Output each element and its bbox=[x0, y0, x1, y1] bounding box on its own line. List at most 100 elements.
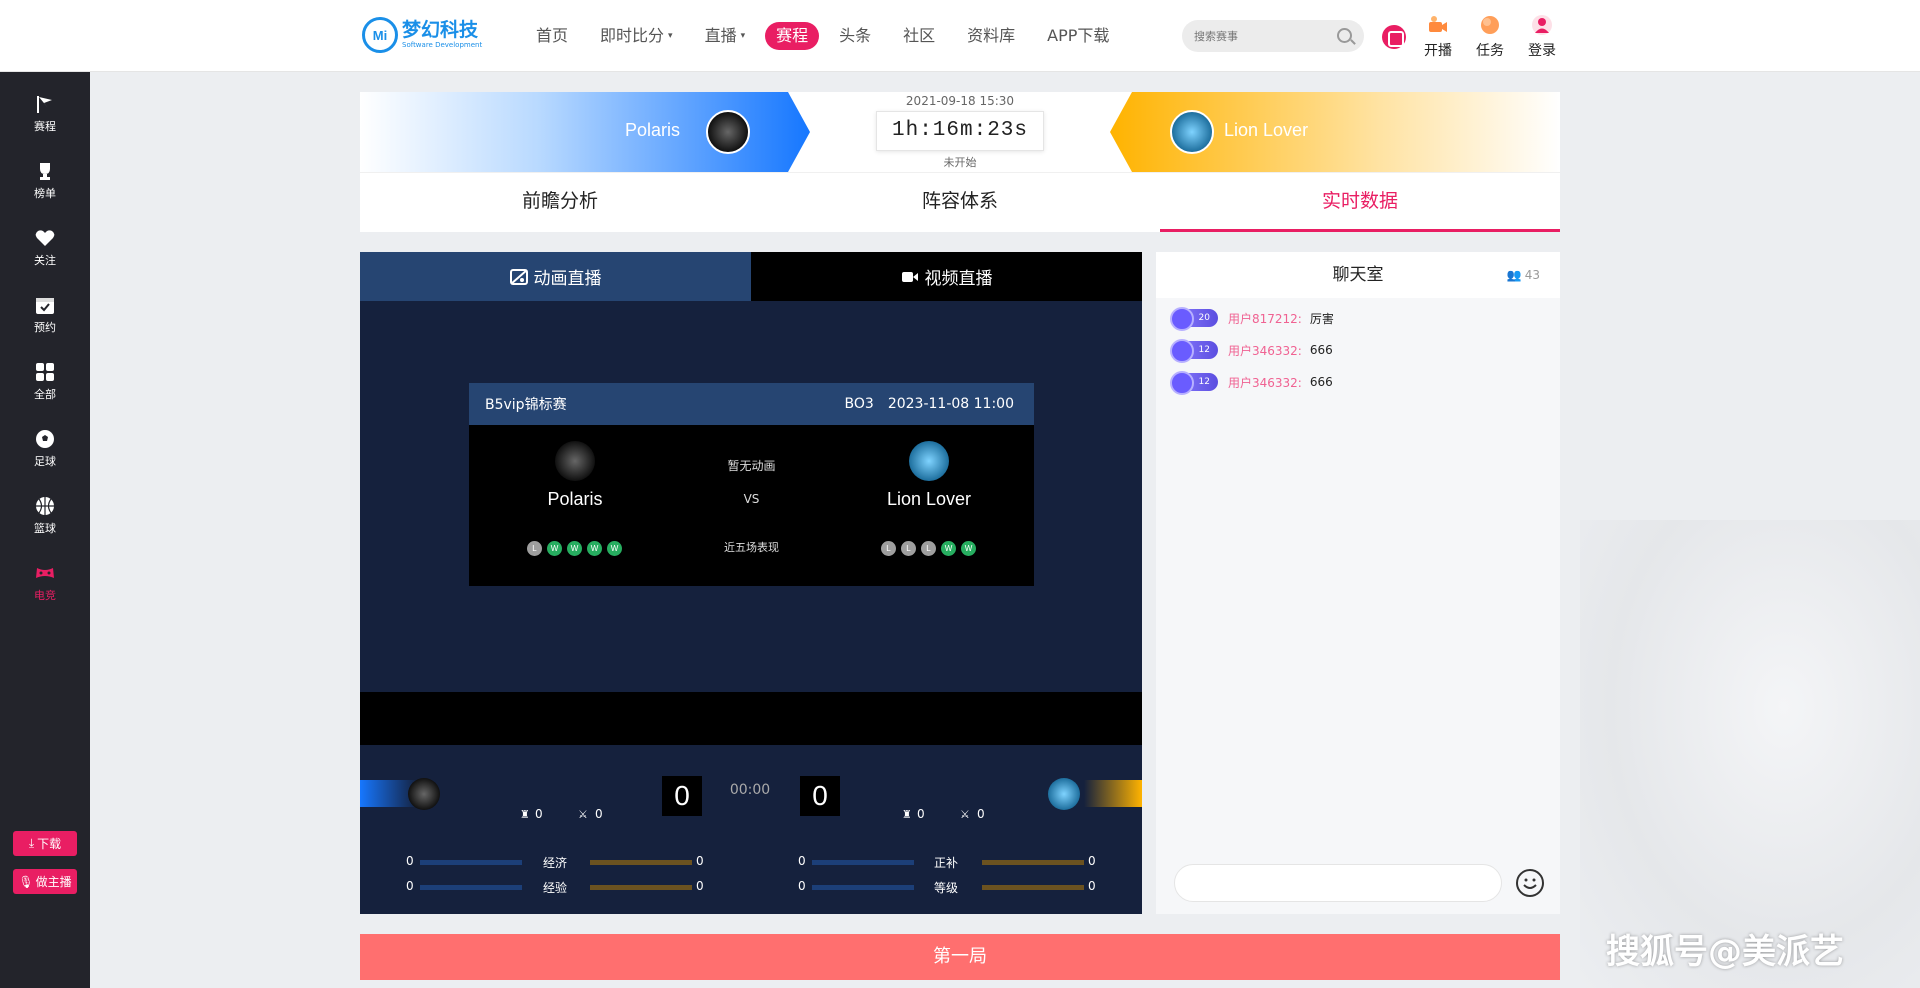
game-clock: 00:00 bbox=[729, 782, 771, 798]
round-header[interactable]: 第一局 bbox=[360, 934, 1560, 980]
stat-economy-right: 0 bbox=[696, 854, 704, 868]
nav-database[interactable]: 资料库 bbox=[967, 22, 1015, 50]
background-figure bbox=[1580, 520, 1920, 988]
scoreboard: 0 00:00 0 bbox=[360, 762, 1142, 816]
top-header: Mi 梦幻科技 Software Development 首页 即时比分 ▾ 直播… bbox=[0, 0, 1920, 72]
stat-lasthit-left-bar bbox=[812, 860, 914, 865]
chat-username[interactable]: 用户346332: bbox=[1228, 342, 1302, 359]
card-time: 2023-11-08 11:00 bbox=[887, 396, 1014, 412]
chat-message: 12 用户346332: 666 bbox=[1156, 334, 1560, 366]
stat-exp-left: 0 bbox=[406, 879, 414, 893]
basketball-icon bbox=[36, 496, 54, 515]
chat-message: 20 用户817212: 厉害 bbox=[1156, 302, 1560, 334]
chat-input[interactable] bbox=[1174, 864, 1502, 902]
nav-live-score[interactable]: 即时比分 ▾ bbox=[600, 22, 673, 50]
start-stream-button[interactable]: 开播 bbox=[1424, 14, 1452, 60]
recent-form-label: 近五场表现 bbox=[724, 541, 779, 554]
tab-lineup[interactable]: 阵容体系 bbox=[760, 173, 1160, 232]
nav-live[interactable]: 直播 ▾ bbox=[705, 22, 746, 50]
vs-text: VS bbox=[743, 492, 760, 506]
tab-preview[interactable]: 前瞻分析 bbox=[360, 173, 760, 232]
stat-level-left-bar bbox=[812, 885, 914, 890]
score-away-logo bbox=[1048, 778, 1080, 810]
stat-exp-label: 经验 bbox=[543, 881, 568, 895]
home-team-name: Polaris bbox=[624, 120, 680, 140]
sidebar-item-football[interactable]: 足球 bbox=[0, 415, 90, 482]
chat-username[interactable]: 用户346332: bbox=[1228, 374, 1302, 391]
away-team-logo bbox=[1170, 110, 1214, 154]
login-button[interactable]: 登录 bbox=[1528, 14, 1556, 60]
gift-icon[interactable] bbox=[1382, 25, 1406, 49]
home-score: 0 bbox=[662, 776, 702, 816]
video-camera-icon bbox=[901, 271, 918, 282]
task-button[interactable]: 任务 bbox=[1476, 14, 1504, 60]
form-result-dot: W bbox=[547, 541, 562, 556]
away-team-name: Lion Lover bbox=[1224, 120, 1309, 140]
football-icon bbox=[36, 429, 54, 448]
card-away-name: Lion Lover bbox=[886, 489, 972, 509]
tab-animation-live[interactable]: 动画直播 bbox=[360, 252, 751, 301]
tab-realtime-data[interactable]: 实时数据 bbox=[1160, 173, 1560, 232]
form-result-dot: W bbox=[941, 541, 956, 556]
nav-schedule[interactable]: 赛程 bbox=[765, 22, 820, 50]
away-tower-stat: ♜ 0 bbox=[902, 807, 925, 821]
chat-text: 666 bbox=[1309, 375, 1333, 389]
dragon-icon: ⚔ bbox=[578, 808, 588, 821]
video-strip bbox=[360, 692, 1142, 745]
sidebar-item-esports[interactable]: 电竞 bbox=[0, 549, 90, 616]
stat-exp-right: 0 bbox=[696, 879, 704, 893]
emoji-icon[interactable] bbox=[1516, 869, 1544, 897]
chevron-down-icon: ▾ bbox=[668, 31, 673, 41]
heart-icon bbox=[35, 229, 55, 246]
stat-economy-left: 0 bbox=[406, 854, 414, 868]
sidebar-item-ranking[interactable]: 榜单 bbox=[0, 147, 90, 214]
nav-headlines[interactable]: 头条 bbox=[839, 22, 871, 50]
chat-text: 厉害 bbox=[1309, 311, 1334, 326]
tab-video-live[interactable]: 视频直播 bbox=[751, 252, 1142, 301]
home-team-logo bbox=[706, 110, 750, 154]
main-nav: 首页 即时比分 ▾ 直播 ▾ 赛程 头条 社区 资料库 APP下载 bbox=[536, 22, 1141, 50]
logo-mark: Mi bbox=[362, 17, 398, 53]
level-badge: 12 bbox=[1170, 371, 1218, 395]
download-button[interactable]: ⤓ 下载 bbox=[13, 831, 77, 856]
become-anchor-button[interactable]: 🎙 做主播 bbox=[13, 869, 77, 894]
card-away-logo bbox=[909, 441, 949, 481]
sidebar-item-schedule[interactable]: 赛程 bbox=[0, 80, 90, 147]
online-count: 43 bbox=[1524, 268, 1540, 282]
form-result-dot: W bbox=[587, 541, 602, 556]
chat-username[interactable]: 用户817212: bbox=[1228, 310, 1302, 327]
mic-icon: 🎙 bbox=[18, 874, 34, 889]
calendar-icon bbox=[36, 297, 54, 314]
flag-icon bbox=[37, 95, 52, 113]
sidebar-item-basketball[interactable]: 篮球 bbox=[0, 482, 90, 549]
nav-app-download[interactable]: APP下载 bbox=[1047, 22, 1109, 50]
watermark: 搜狐号@美派艺 bbox=[1606, 932, 1844, 972]
form-result-dot: W bbox=[607, 541, 622, 556]
home-dragon-stat: ⚔ 0 bbox=[578, 807, 603, 821]
form-result-dot: L bbox=[921, 541, 936, 556]
search-box bbox=[1182, 20, 1364, 52]
stat-exp-right-bar bbox=[590, 885, 692, 890]
sidebar-item-all[interactable]: 全部 bbox=[0, 348, 90, 415]
card-away-team: Lion Lover bbox=[849, 441, 1009, 510]
level-badge: 20 bbox=[1170, 307, 1218, 331]
animation-icon bbox=[509, 268, 528, 285]
nav-home[interactable]: 首页 bbox=[536, 22, 568, 50]
match-status: 未开始 bbox=[943, 156, 977, 169]
nav-community[interactable]: 社区 bbox=[903, 22, 935, 50]
form-result-dot: L bbox=[881, 541, 896, 556]
card-home-logo bbox=[555, 441, 595, 481]
sidebar-item-follow[interactable]: 关注 bbox=[0, 214, 90, 281]
search-icon[interactable] bbox=[1337, 28, 1352, 43]
stat-economy-label: 经济 bbox=[543, 856, 568, 870]
grid-icon bbox=[36, 362, 54, 381]
stat-economy-right-bar bbox=[590, 860, 692, 865]
away-form-dots: LLLWW bbox=[881, 541, 976, 556]
stat-level-left: 0 bbox=[798, 879, 806, 893]
users-icon: 👥 bbox=[1506, 268, 1522, 282]
logo-subtitle: Software Development bbox=[402, 41, 483, 49]
logo[interactable]: Mi 梦幻科技 Software Development bbox=[362, 17, 482, 53]
search-input[interactable] bbox=[1182, 20, 1322, 52]
sidebar-item-reserve[interactable]: 预约 bbox=[0, 281, 90, 348]
detail-tabs: 前瞻分析 阵容体系 实时数据 bbox=[360, 172, 1560, 232]
